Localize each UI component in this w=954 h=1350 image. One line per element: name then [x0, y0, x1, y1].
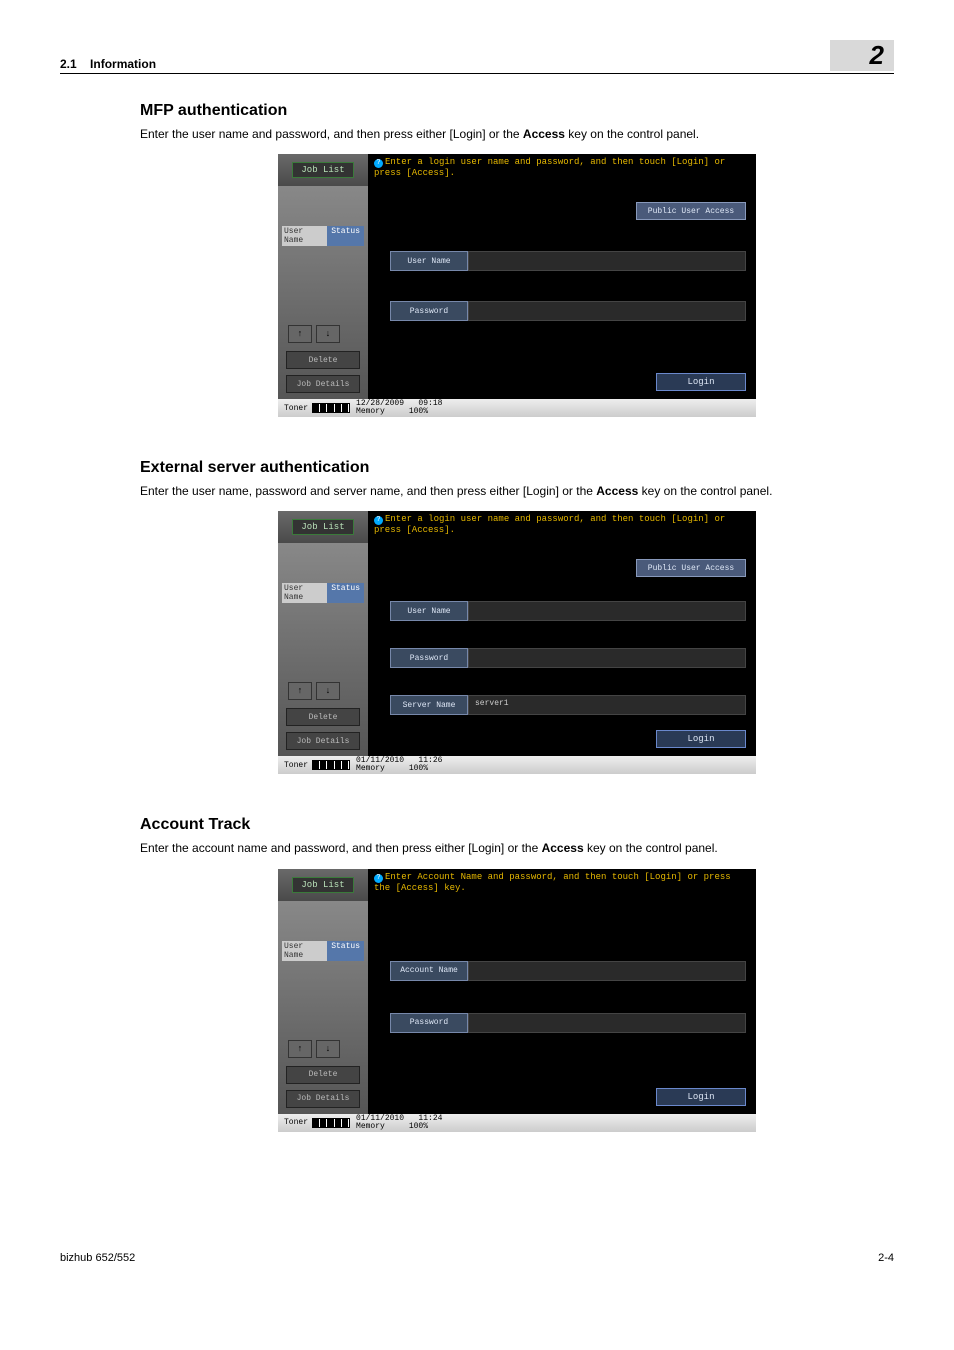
- arrow-down-icon[interactable]: ↓: [316, 325, 340, 343]
- toner-bar: [312, 760, 350, 770]
- main-area: Public User Access User Name Password Serve…: [368, 543, 756, 756]
- password-input[interactable]: [468, 301, 746, 321]
- toner-label: Toner: [284, 761, 308, 770]
- datetime-memory: 12/28/2009 09:18Memory 100%: [356, 400, 442, 416]
- job-list-button[interactable]: Job List: [292, 519, 353, 535]
- server-name-input[interactable]: server1: [468, 695, 746, 715]
- page-footer: bizhub 652/552 2-4: [60, 1252, 894, 1264]
- section-title: MFP authentication: [140, 102, 894, 120]
- login-panel: Job List ?Enter Account Name and password…: [278, 869, 756, 1132]
- arrow-down-icon[interactable]: ↓: [316, 1040, 340, 1058]
- status-bar: Toner 01/11/2010 11:26Memory 100%: [278, 756, 756, 774]
- delete-button[interactable]: Delete: [286, 1066, 360, 1084]
- user-name-button[interactable]: User Name: [390, 601, 468, 621]
- login-button[interactable]: Login: [656, 730, 746, 748]
- help-icon: ?: [374, 516, 383, 525]
- user-name-header: User Name: [282, 941, 327, 961]
- page-header: 2.1 Information 2: [60, 40, 894, 74]
- toner-label: Toner: [284, 404, 308, 413]
- chapter-number: 2: [830, 40, 894, 71]
- user-name-input[interactable]: [468, 601, 746, 621]
- section-intro: Enter the user name and password, and th…: [140, 126, 894, 142]
- status-bar: Toner 01/11/2010 11:24Memory 100%: [278, 1114, 756, 1132]
- sidebar: User NameStatus ↑↓ Delete Job Details: [278, 543, 368, 756]
- section-title: External server authentication: [140, 459, 894, 477]
- status-header: Status: [327, 226, 364, 246]
- section-title: Account Track: [140, 816, 894, 834]
- help-icon: ?: [374, 159, 383, 168]
- main-area: Account Name Password Login: [368, 901, 756, 1114]
- account-name-button[interactable]: Account Name: [390, 961, 468, 981]
- user-name-button[interactable]: User Name: [390, 251, 468, 271]
- public-user-access-button[interactable]: Public User Access: [636, 559, 746, 577]
- login-panel: Job List ?Enter a login user name and pas…: [278, 511, 756, 774]
- server-name-button[interactable]: Server Name: [390, 695, 468, 715]
- delete-button[interactable]: Delete: [286, 708, 360, 726]
- section-intro: Enter the account name and password, and…: [140, 840, 894, 856]
- job-details-button[interactable]: Job Details: [286, 1090, 360, 1108]
- password-input[interactable]: [468, 1013, 746, 1033]
- arrow-up-icon[interactable]: ↑: [288, 682, 312, 700]
- help-icon: ?: [374, 874, 383, 883]
- job-details-button[interactable]: Job Details: [286, 732, 360, 750]
- help-message: ?Enter a login user name and password, a…: [368, 154, 756, 186]
- section-label: 2.1 Information: [60, 57, 156, 71]
- datetime-memory: 01/11/2010 11:26Memory 100%: [356, 757, 442, 773]
- login-panel: Job List ?Enter a login user name and pas…: [278, 154, 756, 417]
- main-area: Public User Access User Name Password Login: [368, 186, 756, 399]
- toner-bar: [312, 403, 350, 413]
- job-details-button[interactable]: Job Details: [286, 375, 360, 393]
- password-button[interactable]: Password: [390, 1013, 468, 1033]
- password-input[interactable]: [468, 648, 746, 668]
- user-name-header: User Name: [282, 583, 327, 603]
- delete-button[interactable]: Delete: [286, 351, 360, 369]
- login-button[interactable]: Login: [656, 1088, 746, 1106]
- sidebar: User NameStatus ↑↓ Delete Job Details: [278, 901, 368, 1114]
- user-name-input[interactable]: [468, 251, 746, 271]
- password-button[interactable]: Password: [390, 648, 468, 668]
- arrow-up-icon[interactable]: ↑: [288, 325, 312, 343]
- sidebar: User NameStatus ↑↓ Delete Job Details: [278, 186, 368, 399]
- arrow-up-icon[interactable]: ↑: [288, 1040, 312, 1058]
- status-header: Status: [327, 583, 364, 603]
- login-button[interactable]: Login: [656, 373, 746, 391]
- status-header: Status: [327, 941, 364, 961]
- arrow-down-icon[interactable]: ↓: [316, 682, 340, 700]
- help-message: ?Enter a login user name and password, a…: [368, 511, 756, 543]
- user-name-header: User Name: [282, 226, 327, 246]
- account-name-input[interactable]: [468, 961, 746, 981]
- footer-model: bizhub 652/552: [60, 1252, 135, 1264]
- section-intro: Enter the user name, password and server…: [140, 483, 894, 499]
- help-message: ?Enter Account Name and password, and th…: [368, 869, 756, 901]
- footer-page: 2-4: [878, 1252, 894, 1264]
- toner-label: Toner: [284, 1118, 308, 1127]
- toner-bar: [312, 1118, 350, 1128]
- password-button[interactable]: Password: [390, 301, 468, 321]
- public-user-access-button[interactable]: Public User Access: [636, 202, 746, 220]
- job-list-button[interactable]: Job List: [292, 162, 353, 178]
- datetime-memory: 01/11/2010 11:24Memory 100%: [356, 1115, 442, 1131]
- status-bar: Toner 12/28/2009 09:18Memory 100%: [278, 399, 756, 417]
- job-list-button[interactable]: Job List: [292, 877, 353, 893]
